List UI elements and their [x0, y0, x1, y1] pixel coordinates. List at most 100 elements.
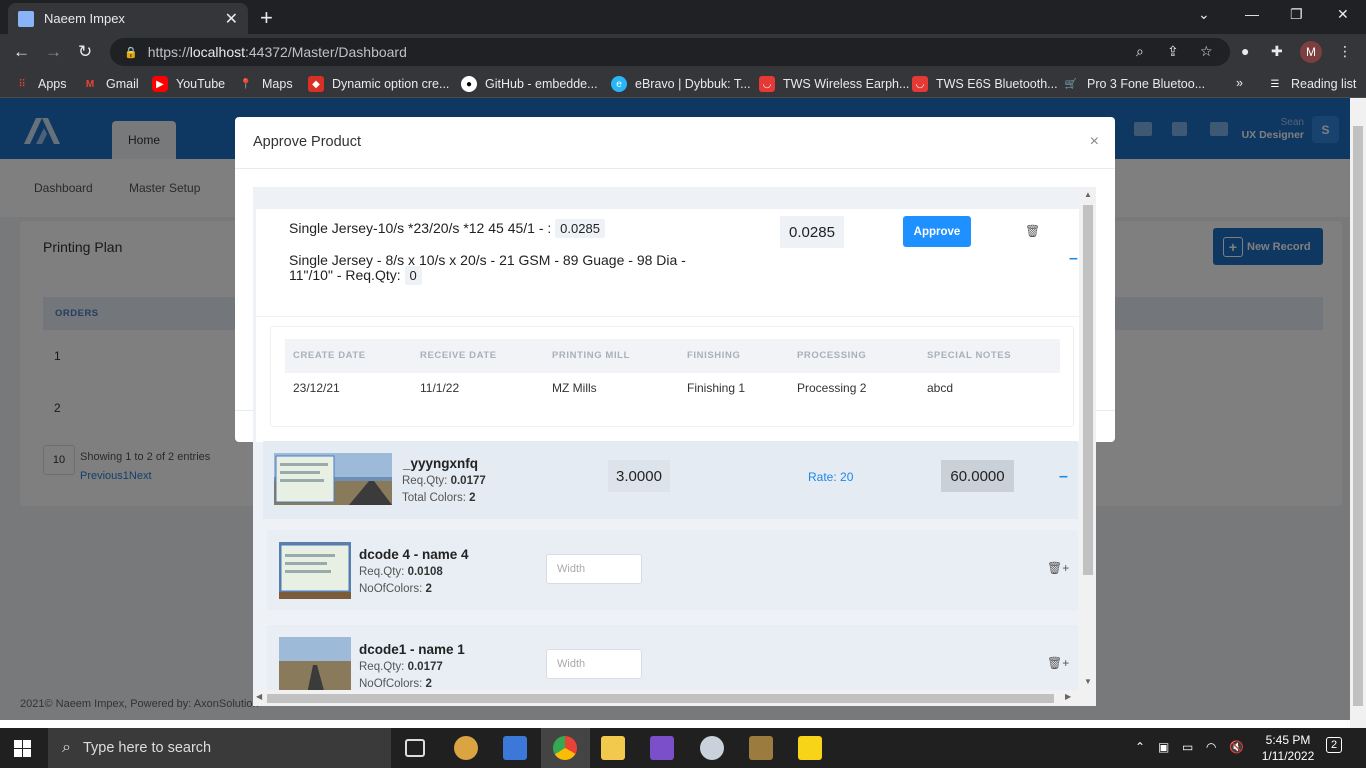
menu-icon[interactable]: ⋮	[1338, 43, 1352, 60]
width-input[interactable]: Width	[546, 554, 642, 584]
bookmark-pro3-fone[interactable]: 🛒 Pro 3 Fone Bluetoo...	[1063, 76, 1205, 92]
close-icon[interactable]: ×	[1090, 133, 1099, 151]
bookmark-dynamic-option[interactable]: ◆ Dynamic option cre...	[308, 76, 449, 92]
clock-time: 5:45 PM	[1265, 733, 1311, 747]
trash-icon[interactable]: 🗑	[1025, 224, 1040, 238]
wifi-icon[interactable]: ◠	[1206, 740, 1216, 754]
bookmark-ebravo[interactable]: e eBravo | Dybbuk: T...	[611, 76, 751, 92]
share-icon[interactable]: ⇪	[1167, 43, 1179, 60]
tab-close-icon[interactable]: ✕	[225, 9, 238, 29]
sub-meta: Req.Qty: 0.0177 NoOfColors: 2	[359, 659, 443, 693]
profile-avatar[interactable]: M	[1300, 41, 1322, 63]
browser-tab[interactable]: Naeem Impex ✕	[8, 3, 248, 34]
stack-icon: ◆	[308, 76, 324, 92]
close-window-icon[interactable]: ✕	[1337, 6, 1349, 23]
restore-icon[interactable]: ❐	[1290, 6, 1303, 23]
task-view-icon[interactable]	[405, 739, 425, 757]
url-path: :44372/Master/Dashboard	[245, 44, 407, 60]
taskbar-clock[interactable]: 5:45 PM 1/11/2022	[1256, 732, 1320, 764]
sub-thumbnail	[279, 542, 351, 599]
notification-center-icon[interactable]: 2	[1326, 737, 1343, 753]
bookmarks-more[interactable]: »	[1236, 76, 1243, 90]
browser-tab-bar: Naeem Impex ✕ + ⌄ — ❐ ✕	[0, 0, 1366, 34]
bookmark-tws-wireless[interactable]: ◡ TWS Wireless Earph...	[759, 76, 909, 92]
bookmark-gmail[interactable]: M Gmail	[82, 76, 139, 92]
tray-chevron-icon[interactable]: ⌃	[1135, 740, 1145, 754]
scroll-down-icon[interactable]: ▼	[1084, 677, 1092, 686]
tools-icon[interactable]	[749, 736, 773, 760]
horizontal-scrollbar[interactable]: ◀ ▶	[253, 690, 1096, 706]
address-bar[interactable]: 🔒 https://localhost:44372/Master/Dashboa…	[110, 38, 1230, 66]
apps-grid-icon: ⠿	[18, 78, 26, 90]
reading-list[interactable]: ☰ Reading list	[1267, 76, 1357, 92]
scroll-thumb[interactable]	[267, 694, 1054, 703]
design-rate: Rate: 20	[808, 470, 854, 484]
tab-title: Naeem Impex	[44, 11, 125, 26]
volume-muted-icon[interactable]: 🔇	[1229, 740, 1244, 754]
cell-finishing: Finishing 1	[687, 381, 746, 395]
scroll-thumb[interactable]	[1353, 126, 1363, 706]
req-qty-label: Req.Qty:	[359, 661, 405, 673]
scroll-right-icon[interactable]: ▶	[1065, 692, 1071, 701]
visual-studio-icon[interactable]	[650, 736, 674, 760]
sub-name: dcode 4 - name 4	[359, 547, 469, 562]
paint-app-icon[interactable]	[454, 736, 478, 760]
delete-add-icons[interactable]: 🗑+	[1047, 561, 1069, 575]
puzzle-icon[interactable]: ✚	[1271, 43, 1283, 60]
col-processing: PROCESSING	[797, 350, 867, 361]
forward-icon[interactable]: →	[45, 42, 62, 62]
spec2-text: Single Jersey - 8/s x 10/s x 20/s - 21 G…	[289, 252, 686, 283]
clock-date: 1/11/2022	[1261, 749, 1315, 763]
windows-start-icon[interactable]	[14, 740, 31, 757]
page-scrollbar[interactable]	[1350, 98, 1366, 728]
detail-section: CREATE DATE RECEIVE DATE PRINTING MILL F…	[256, 317, 1079, 442]
gmail-icon: M	[85, 78, 95, 90]
chrome-icon[interactable]	[553, 736, 577, 760]
bookmark-youtube[interactable]: ▶ YouTube	[152, 76, 225, 92]
approve-scroll-panel[interactable]: Single Jersey-10/s *23/20/s *12 45 45/1 …	[253, 187, 1096, 706]
url-host: localhost	[189, 44, 245, 60]
search-icon: ⌕	[62, 739, 71, 756]
paint-palette-icon[interactable]	[700, 736, 724, 760]
file-explorer-icon[interactable]	[601, 736, 625, 760]
minimize-icon[interactable]: —	[1245, 6, 1259, 22]
scroll-thumb[interactable]	[1083, 205, 1093, 575]
tab-search-icon[interactable]: ⌄	[1198, 6, 1210, 23]
reload-icon[interactable]: ↻	[78, 42, 92, 62]
delete-add-icons[interactable]: 🗑+	[1047, 656, 1069, 670]
scroll-up-icon[interactable]: ▲	[1084, 190, 1092, 199]
cell-printing-mill: MZ Mills	[552, 381, 597, 395]
req-qty-label: Req.Qty:	[359, 566, 405, 578]
zoom-icon[interactable]: ⌕	[1136, 43, 1144, 60]
search-placeholder: Type here to search	[82, 740, 212, 756]
col-finishing: FINISHING	[687, 350, 741, 361]
taskbar-search[interactable]: ⌕ Type here to search	[48, 728, 391, 768]
back-icon[interactable]: ←	[13, 42, 30, 62]
total-colors-label: Total Colors:	[402, 492, 466, 504]
collapse-icon[interactable]: –	[1069, 250, 1078, 268]
extension-icon[interactable]: ●	[1241, 43, 1249, 59]
spec1-value: 0.0285	[555, 219, 605, 238]
bookmark-label: Gmail	[106, 77, 139, 91]
tray-app-icon[interactable]: ▣	[1158, 740, 1169, 754]
bookmark-apps[interactable]: ⠿ Apps	[14, 76, 66, 92]
vertical-scrollbar[interactable]: ▲ ▼	[1080, 187, 1096, 690]
sub-name: dcode1 - name 1	[359, 642, 465, 657]
bookmark-label: Pro 3 Fone Bluetoo...	[1087, 77, 1206, 91]
collapse-icon[interactable]: –	[1059, 468, 1068, 486]
scroll-left-icon[interactable]: ◀	[256, 692, 262, 701]
design-name: _yyyngxnfq	[403, 456, 479, 471]
bookmark-github[interactable]: ● GitHub - embedde...	[461, 76, 598, 92]
bookmark-star-icon[interactable]: ☆	[1200, 43, 1213, 60]
new-tab-icon[interactable]: +	[260, 5, 273, 31]
bookmark-maps[interactable]: 📍 Maps	[238, 76, 293, 92]
approve-button[interactable]: Approve	[903, 216, 971, 247]
battery-icon[interactable]: ▭	[1182, 740, 1193, 754]
store-app-icon[interactable]	[503, 736, 527, 760]
total-colors-value: 2	[469, 492, 476, 504]
ebravo-icon: e	[611, 76, 627, 92]
width-input[interactable]: Width	[546, 649, 642, 679]
page-favicon-icon	[18, 10, 34, 27]
sticky-notes-icon[interactable]	[798, 736, 822, 760]
bookmark-tws-e6s[interactable]: ◡ TWS E6S Bluetooth...	[912, 76, 1058, 92]
